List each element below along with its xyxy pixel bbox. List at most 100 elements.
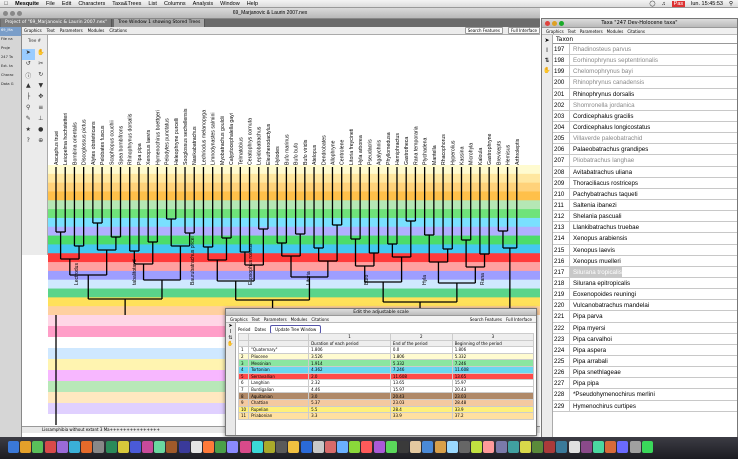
taxa-row-name[interactable]: Pachybatrachus taqueti	[570, 189, 638, 199]
taxa-hand-icon[interactable]: ✋	[542, 67, 552, 77]
citations-menu[interactable]: Citations	[109, 28, 127, 33]
cut-tool-icon[interactable]: ✂	[35, 60, 48, 71]
taxa-row-number[interactable]: 218	[553, 277, 570, 289]
dock-app-icon[interactable]	[166, 441, 178, 453]
scale-row-begin[interactable]: 7.246	[451, 359, 535, 367]
dock-app-icon[interactable]	[227, 441, 239, 453]
taxa-row[interactable]: 221 Pipa parva	[553, 311, 737, 323]
spotlight-icon[interactable]: ⚲	[729, 1, 733, 7]
scale-row[interactable]: 7 Burdigalian 4.46 15.97 20.43	[237, 385, 535, 394]
minimize-button[interactable]	[10, 11, 15, 16]
taxa-row[interactable]: 222 Pipa myersi	[553, 322, 737, 334]
taxa-text-menu[interactable]: Text	[568, 28, 576, 34]
zoom-button[interactable]	[17, 11, 22, 16]
taxa-zoom-button[interactable]	[559, 21, 564, 26]
scale-row-duration[interactable]: 3.0	[308, 392, 391, 400]
scale-row-number[interactable]: 4	[237, 365, 250, 374]
scale-row-number[interactable]: 7	[237, 385, 250, 394]
scale-row-duration[interactable]: 1.806	[308, 346, 391, 354]
scale-row-name[interactable]: Rupelian	[248, 405, 310, 414]
project-item-taxa[interactable]: 247 Ta	[0, 54, 21, 63]
scale-row-end[interactable]: 11.608	[389, 372, 453, 381]
graphics-menu[interactable]: Graphics	[24, 28, 42, 33]
dock-app-icon[interactable]	[154, 441, 166, 453]
tree-drawing-area[interactable]: Ascaphus truei Leiopelma hochstetteri Bomb…	[48, 35, 540, 315]
dock-app-icon[interactable]	[519, 441, 531, 453]
taxa-text-cursor-icon[interactable]: I	[542, 47, 552, 57]
taxa-row-number[interactable]: 227	[553, 378, 570, 389]
taxa-arrow-icon[interactable]: ➤	[542, 37, 552, 47]
taxa-row[interactable]: 201 Rhinophrynus dorsalis	[553, 88, 737, 100]
taxa-row-number[interactable]: 212	[553, 211, 570, 222]
dock-app-icon[interactable]	[617, 441, 629, 453]
scale-row[interactable]: 1 "Quaternary" 1.806 0.0 1.806	[237, 346, 535, 354]
hand-tool-icon[interactable]: ✋	[35, 49, 48, 60]
scale-row-name[interactable]: "Quaternary"	[248, 346, 310, 354]
close-button[interactable]	[3, 11, 8, 16]
collapse-tool-icon[interactable]: ▲	[22, 82, 35, 93]
taxa-row-name[interactable]: Silurana epitropicalis	[570, 278, 630, 288]
dock-app-icon[interactable]	[251, 441, 263, 453]
scale-row-name[interactable]: Pliocene	[248, 352, 310, 361]
scale-row-duration[interactable]: 3.526	[308, 352, 391, 361]
app-menu[interactable]: Mesquite	[15, 1, 39, 7]
dock-app-icon[interactable]	[458, 441, 470, 453]
taxa-row-number[interactable]: 221	[553, 311, 570, 322]
paint-tool-icon[interactable]: ✎	[22, 115, 35, 126]
project-item-ext-taxa[interactable]: Ext. ta	[0, 63, 21, 72]
dock-app-icon[interactable]	[446, 441, 458, 453]
taxa-row-number[interactable]: 198	[553, 55, 570, 66]
scale-row-duration[interactable]: 4.46	[308, 385, 391, 394]
taxa-row-name[interactable]: Shelania pascuali	[570, 211, 622, 221]
dock-app-icon[interactable]	[398, 441, 409, 453]
project-item-project[interactable]: Proje	[0, 45, 21, 54]
dock-app-icon[interactable]	[142, 441, 154, 453]
taxa-row-number[interactable]: 200	[553, 77, 570, 88]
taxa-row[interactable]: 205 Villaverde paleobatrachid	[553, 133, 737, 145]
reroot-tool-icon[interactable]: ↺	[22, 60, 35, 71]
taxa-graphics-menu[interactable]: Graphics	[546, 28, 564, 34]
taxa-row[interactable]: 223 Pipa carvalhoi	[553, 333, 737, 345]
scale-row-number[interactable]: 5	[237, 372, 250, 381]
taxa-row-name[interactable]: Cordicephalus longicostatus	[570, 122, 650, 132]
input-source-badge[interactable]: Pas	[671, 0, 686, 7]
taxa-row-number[interactable]: 211	[553, 199, 570, 211]
star-tool-icon[interactable]: ★	[22, 126, 35, 137]
taxa-row[interactable]: 212 Shelania pascuali	[553, 211, 737, 223]
phylogenetic-tree[interactable]: Ascaphus truei Leiopelma hochstetteri Bomb…	[48, 35, 540, 315]
taxa-row[interactable]: 198 Eorhinophrynus septentrionalis	[553, 55, 737, 67]
scale-row[interactable]: 2 Pliocene 3.526 1.806 5.332	[237, 352, 535, 361]
taxa-row-number[interactable]: 228	[553, 389, 570, 400]
taxa-row-number[interactable]: 202	[553, 99, 570, 110]
taxa-sort-icon[interactable]: ⇅	[542, 57, 552, 67]
taxa-citations-menu[interactable]: Citations	[627, 28, 645, 34]
dock-app-icon[interactable]	[178, 441, 190, 453]
dock-app-icon[interactable]	[215, 441, 227, 453]
taxa-row-name[interactable]: Pipa myersi	[570, 323, 605, 333]
scale-row-name[interactable]: Tortonian	[248, 365, 310, 374]
menu-window[interactable]: Window	[220, 1, 240, 7]
taxa-row-number[interactable]: 229	[553, 400, 570, 411]
dock-app-icon[interactable]	[410, 441, 422, 453]
taxa-row-name[interactable]: Pipa parva	[570, 311, 603, 321]
scale-row-duration[interactable]: 5.37	[308, 398, 391, 407]
dock-app-icon[interactable]	[300, 441, 312, 453]
scale-row[interactable]: 10 Rupelian 5.5 28.4 33.9	[237, 405, 535, 414]
scale-row[interactable]: 6 Langhian 2.32 13.65 15.97	[237, 379, 535, 387]
menu-analysis[interactable]: Analysis	[193, 1, 213, 7]
dock-app-icon[interactable]	[117, 441, 129, 453]
taxa-row-number[interactable]: 210	[553, 188, 570, 199]
taxa-row-name[interactable]: Xenopus laevis	[570, 245, 615, 255]
zoom-tool-icon[interactable]: ⊕	[35, 137, 48, 148]
full-interface-button[interactable]: Full Interface	[507, 27, 540, 34]
dock-app-icon[interactable]	[93, 441, 105, 453]
dlg-modules-menu[interactable]: Modules	[291, 316, 308, 322]
dock-app-icon[interactable]	[129, 441, 141, 453]
scale-row-name[interactable]: Burdigalian	[248, 385, 310, 394]
scale-row-begin[interactable]: 13.65	[451, 372, 535, 381]
move-tool-icon[interactable]: ✥	[35, 93, 48, 104]
expand-tool-icon[interactable]: ▼	[35, 82, 48, 93]
taxa-row[interactable]: 218 Silurana epitropicalis	[553, 277, 737, 290]
scale-row-number[interactable]: 3	[237, 359, 250, 367]
dock-app-icon[interactable]	[324, 441, 336, 453]
